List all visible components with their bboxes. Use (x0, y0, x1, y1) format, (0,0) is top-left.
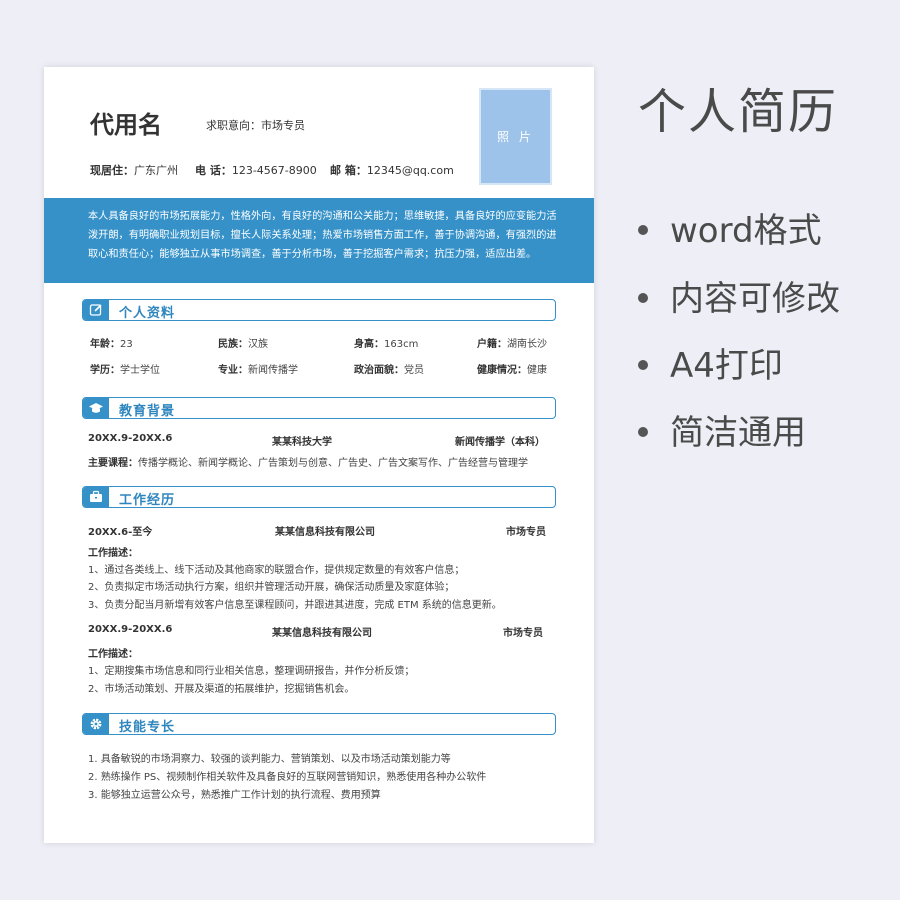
education-courses: 主要课程：传播学概论、新闻学概论、广告策划与创意、广告史、广告文案写作、广告经营… (88, 458, 528, 469)
resume-name: 代用名 (90, 111, 162, 139)
section-title: 教育背景 (119, 404, 176, 419)
work-item: 1、通过各类线上、线下活动及其他商家的联盟合作，提供规定数量的有效客户信息； (88, 565, 465, 576)
work-item: 3、负责分配当月新增有效客户信息至课程顾问，并跟进其进度，完成 ETM 系统的信… (88, 600, 502, 611)
section-header-work: 工作经历 (82, 486, 556, 508)
section-header-education: 教育背景 (82, 397, 556, 419)
work-desc-label: 工作描述： (88, 649, 138, 660)
work-role: 市场专员 (503, 628, 543, 639)
education-major: 新闻传播学（本科） (455, 437, 545, 448)
profile-major: 专业：新闻传播学 (218, 365, 298, 376)
skill-item: 3. 能够独立运营公众号，熟悉推广工作计划的执行流程、费用预算 (88, 790, 381, 801)
section-title: 工作经历 (119, 493, 176, 508)
education-period: 20XX.9-20XX.6 (88, 433, 173, 444)
bullet-dot-icon (638, 292, 648, 303)
summary-banner: 本人具备良好的市场拓展能力，性格外向，有良好的沟通和公关能力；思维敏捷，具备良好… (44, 198, 594, 283)
work-item: 2、市场活动策划、开展及渠道的拓展维护，挖掘销售机会。 (88, 684, 355, 695)
section-title: 个人资料 (119, 306, 176, 321)
contact-email: 邮 箱：12345@qq.com (330, 164, 454, 177)
bullet-dot-icon (638, 426, 648, 437)
work-item: 2、负责拟定市场活动执行方案，组织并管理活动开展，确保活动质量及家庭体验； (88, 582, 455, 593)
graduation-cap-icon (83, 398, 109, 418)
feature-bullet: 内容可修改 (638, 271, 840, 320)
work-desc-label: 工作描述： (88, 548, 138, 559)
contact-phone: 电 话：123-4567-8900 (195, 164, 317, 177)
contact-residence: 现居住：广东广州 (90, 164, 178, 177)
summary-line: 本人具备良好的市场拓展能力，性格外向，有良好的沟通和公关能力；思维敏捷，具备良好… (88, 211, 557, 222)
side-title: 个人简历 (638, 84, 839, 140)
feature-bullet: word格式 (638, 203, 822, 252)
resume-page: 代用名 求职意向：市场专员 照 片 现居住：广东广州 电 话：123-4567-… (44, 67, 594, 843)
profile-age: 年龄：23 (90, 339, 133, 350)
profile-degree: 学历：学士学位 (90, 365, 160, 376)
summary-line: 取心和责任心；能够独立从事市场调查，善于分析市场，善于挖掘客户需求；抗压力强，适… (88, 249, 537, 260)
gear-icon (83, 714, 109, 734)
education-school: 某某科技大学 (272, 437, 332, 448)
work-period: 20XX.6-至今 (88, 527, 153, 538)
profile-health: 健康情况：健康 (477, 365, 547, 376)
section-header-profile: 个人资料 (82, 299, 556, 321)
feature-bullet: A4打印 (638, 338, 783, 387)
bullet-dot-icon (638, 359, 648, 370)
section-header-skills: 技能专长 (82, 713, 556, 735)
work-company: 某某信息科技有限公司 (272, 628, 372, 639)
skill-item: 1. 具备敏锐的市场洞察力、较强的谈判能力、营销策划、以及市场活动策划能力等 (88, 754, 451, 765)
summary-line: 泼开朗，有明确职业规划目标，擅长人际关系处理；热爱市场销售方面工作，善于协调沟通… (88, 230, 557, 241)
edit-icon (83, 300, 109, 320)
section-title: 技能专长 (119, 720, 176, 735)
skill-item: 2. 熟练操作 PS、视频制作相关软件及具备良好的互联网营销知识，熟悉使用各种办… (88, 772, 487, 783)
work-period: 20XX.9-20XX.6 (88, 624, 173, 635)
work-company: 某某信息科技有限公司 (275, 527, 375, 538)
photo-placeholder: 照 片 (479, 88, 552, 185)
job-intent: 求职意向：市场专员 (206, 119, 305, 132)
bullet-dot-icon (638, 224, 648, 235)
profile-political: 政治面貌：党员 (354, 365, 424, 376)
profile-height: 身高：163cm (354, 339, 419, 350)
briefcase-icon (83, 487, 109, 507)
work-item: 1、定期搜集市场信息和同行业相关信息，整理调研报告，并作分析反馈； (88, 666, 415, 677)
profile-hukou: 户籍：湖南长沙 (477, 339, 547, 350)
profile-ethnicity: 民族：汉族 (218, 339, 268, 350)
feature-bullet: 简洁通用 (638, 405, 806, 454)
work-role: 市场专员 (506, 527, 546, 538)
